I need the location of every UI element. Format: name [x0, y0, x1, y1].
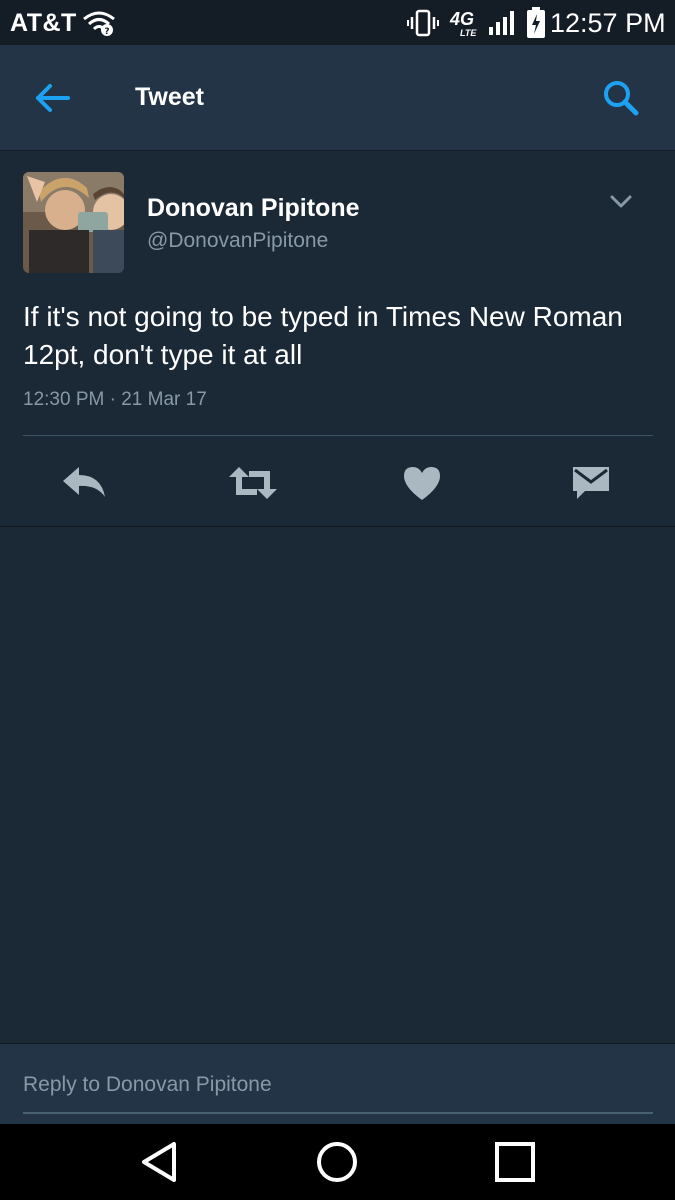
svg-text:?: ?: [104, 27, 109, 37]
back-button[interactable]: [30, 78, 74, 118]
screen: AT&T ? 4G LTE 12:57 PM Tweet Donovan Pip…: [0, 0, 675, 1200]
wifi-icon: ?: [83, 11, 115, 37]
author-name[interactable]: Donovan Pipitone: [147, 194, 360, 223]
status-bar: AT&T ? 4G LTE 12:57 PM: [0, 0, 675, 45]
app-header: Tweet: [0, 45, 675, 151]
tweet-text: If it's not going to be typed in Times N…: [23, 301, 623, 370]
reply-button[interactable]: [52, 451, 116, 515]
reply-bar: Reply to Donovan Pipitone: [0, 1043, 675, 1125]
carrier-label: AT&T: [10, 9, 77, 37]
vibrate-icon: [407, 9, 439, 37]
recent-square-icon[interactable]: [491, 1138, 539, 1186]
arrow-left-icon: [36, 84, 70, 112]
network-type-label: 4G: [450, 9, 475, 29]
signal-icon: [489, 11, 514, 35]
tweet-detail: Donovan Pipitone @DonovanPipitone If it'…: [0, 151, 675, 527]
system-nav-bar: [0, 1124, 675, 1200]
page-title: Tweet: [135, 83, 204, 111]
retweet-icon: [229, 467, 277, 499]
chevron-down-icon: [610, 195, 632, 208]
status-clock: 12:57 PM: [550, 8, 666, 38]
reply-icon: [63, 467, 105, 497]
back-triangle-icon[interactable]: [136, 1138, 184, 1186]
network-subtype-label: LTE: [460, 28, 477, 38]
home-circle-icon[interactable]: [313, 1138, 361, 1186]
more-options-button[interactable]: [606, 189, 636, 213]
network-type-badge: 4G LTE: [448, 7, 484, 39]
like-button[interactable]: [390, 451, 454, 515]
avatar-photo: [23, 172, 124, 273]
search-icon: [604, 81, 639, 116]
search-button[interactable]: [600, 77, 642, 119]
envelope-icon: [573, 467, 609, 499]
heart-icon: [404, 467, 440, 500]
avatar[interactable]: [23, 172, 124, 273]
retweet-button[interactable]: [221, 451, 285, 515]
author-handle[interactable]: @DonovanPipitone: [147, 229, 328, 253]
reply-input[interactable]: Reply to Donovan Pipitone: [23, 1073, 272, 1097]
direct-message-button[interactable]: [559, 451, 623, 515]
battery-charging-icon: [527, 7, 545, 38]
tweet-timestamp: 12:30 PM · 21 Mar 17: [23, 389, 207, 410]
divider: [23, 435, 653, 436]
reply-input-underline: [23, 1112, 653, 1114]
